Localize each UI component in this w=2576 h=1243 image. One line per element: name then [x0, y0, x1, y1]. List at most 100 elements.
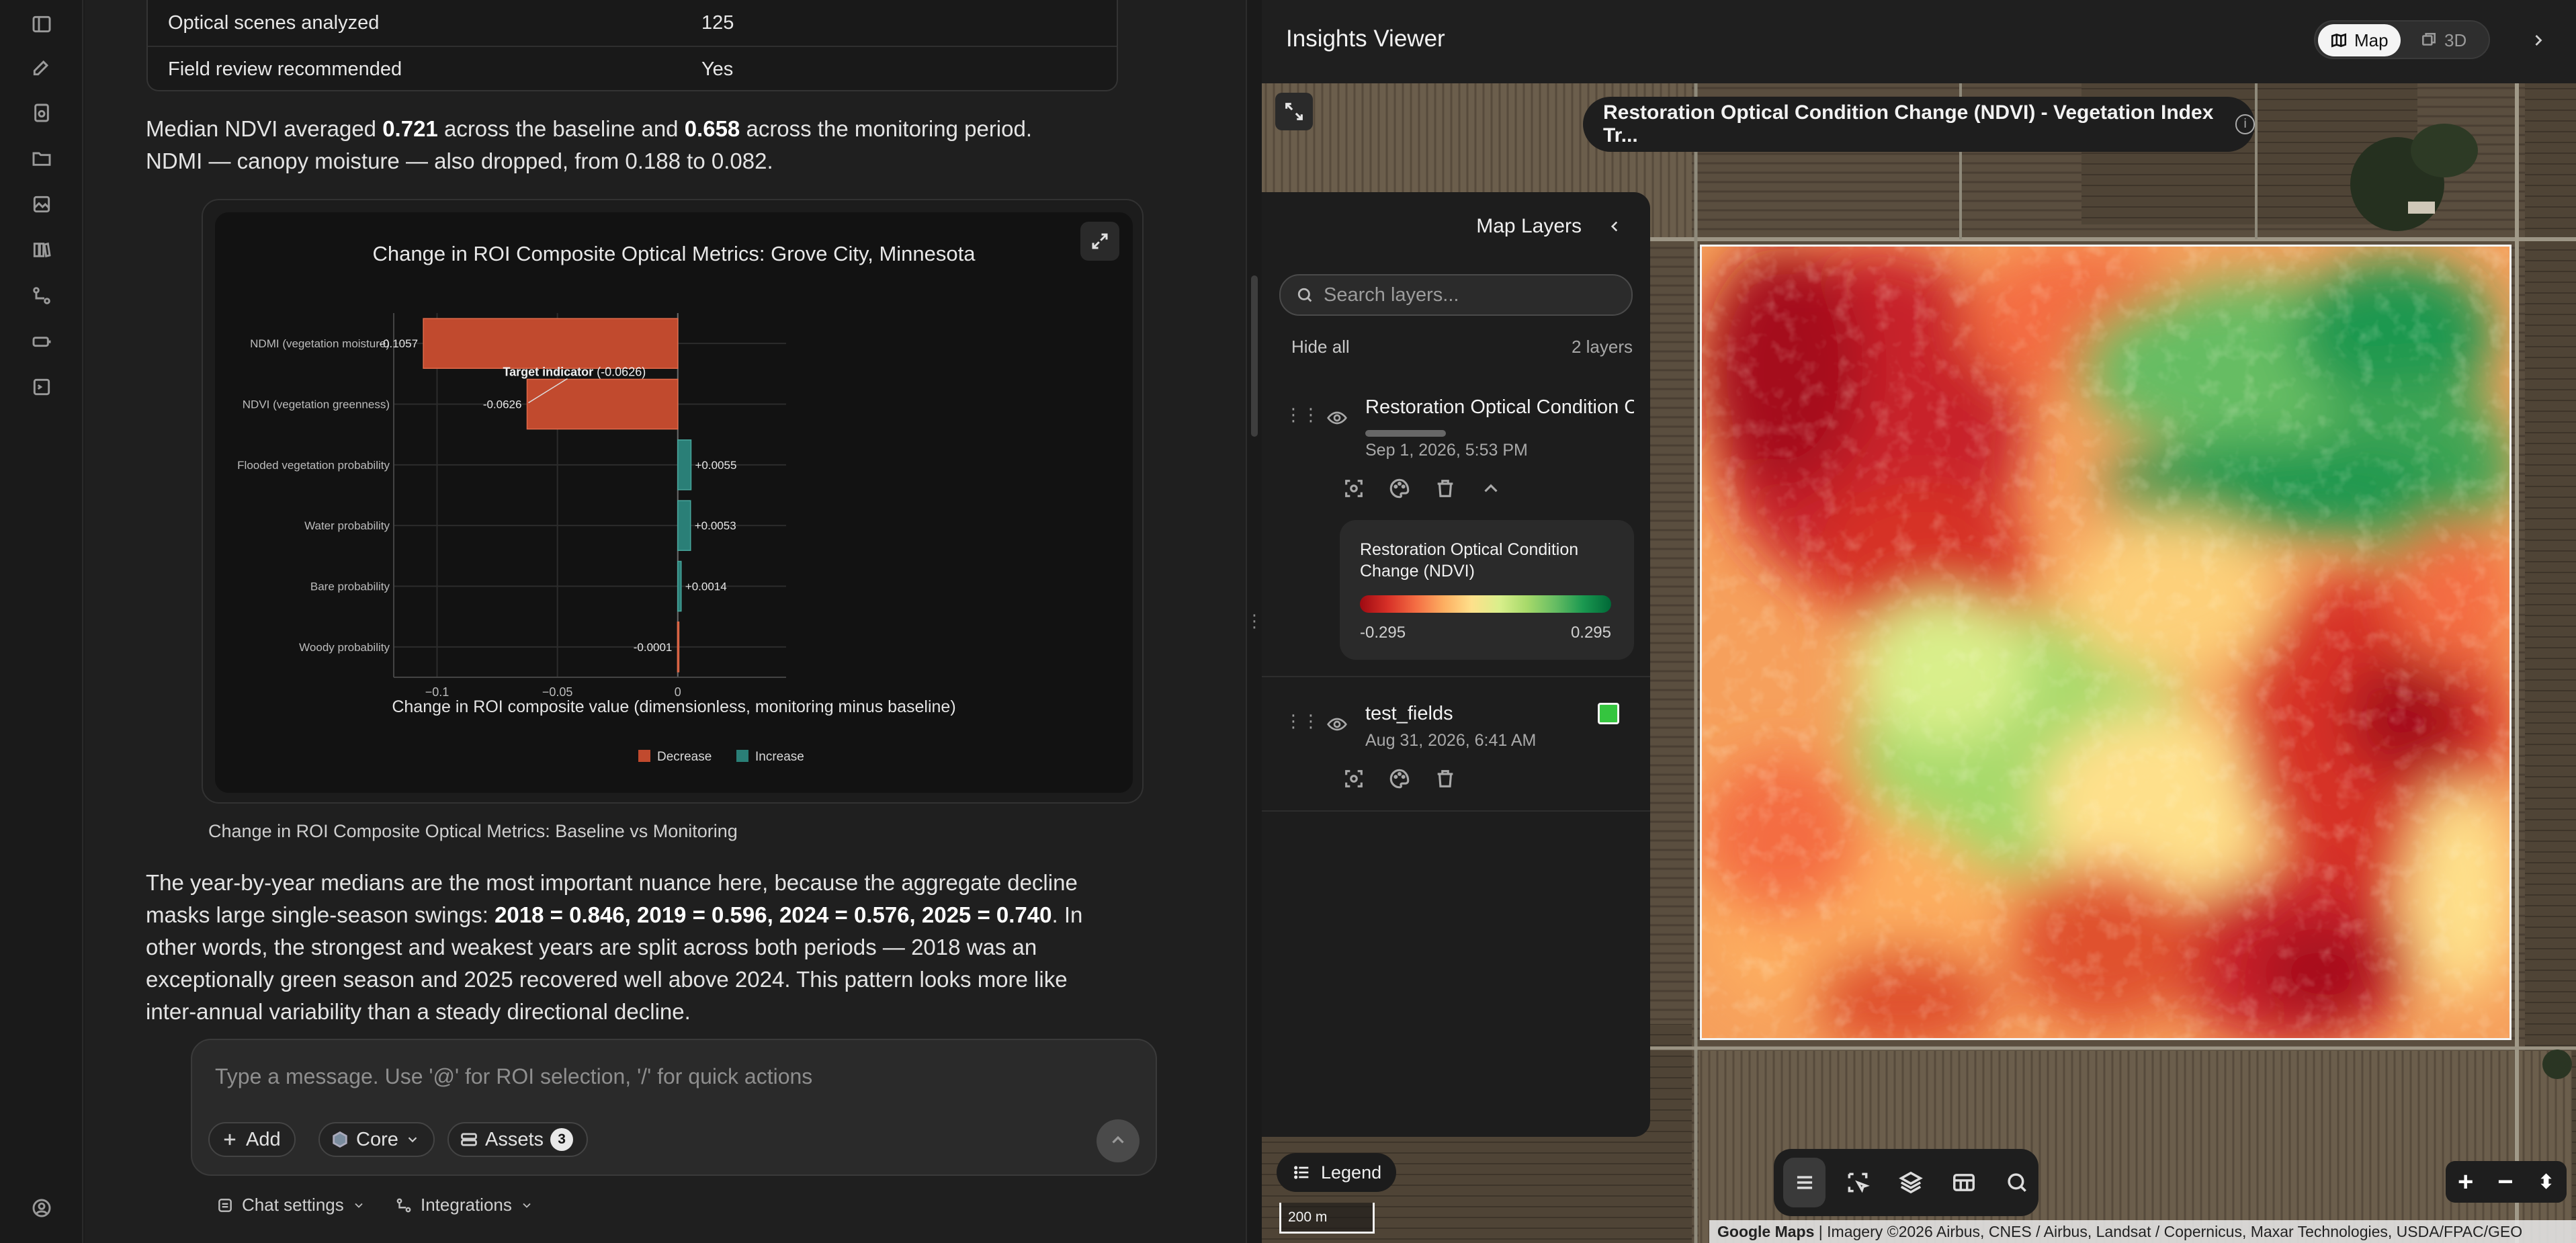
- folder-icon[interactable]: [28, 145, 55, 172]
- chevron-up-icon[interactable]: [1479, 477, 1502, 500]
- model-select[interactable]: Core: [318, 1122, 435, 1157]
- y-tick-label: Water probability: [304, 519, 390, 532]
- ndvi-raster-layer: [1700, 245, 2511, 1040]
- integrations-button[interactable]: Integrations: [395, 1195, 533, 1215]
- expand-chart-button[interactable]: [1080, 222, 1119, 261]
- layer-name: test_fields: [1365, 703, 1453, 724]
- palette-icon[interactable]: [1388, 767, 1411, 790]
- resize-grip-icon[interactable]: ⋮⋮: [1246, 609, 1281, 633]
- zoom-to-layer-icon[interactable]: [1342, 477, 1365, 500]
- layer-item: ⋮⋮ test_fields Aug 31, 2026, 6:41 AM: [1262, 689, 1650, 810]
- integrations-icon: [396, 1198, 411, 1212]
- layer-title-banner[interactable]: Restoration Optical Condition Change (ND…: [1583, 97, 2255, 152]
- chart-title: Change in ROI Composite Optical Metrics:…: [372, 242, 976, 265]
- table-cell-value: 125: [701, 11, 734, 34]
- info-icon[interactable]: i: [2235, 114, 2255, 134]
- map-search-tool[interactable]: [1996, 1158, 2038, 1207]
- battery-icon[interactable]: [28, 328, 55, 355]
- y-tick-label: NDVI (vegetation greenness): [243, 398, 390, 411]
- y-tick-label: Woody probability: [299, 641, 390, 654]
- divider: [1262, 810, 1650, 812]
- 3d-icon: [2422, 32, 2436, 46]
- legend-button-label: Legend: [1321, 1162, 1382, 1183]
- image-icon[interactable]: [28, 191, 55, 218]
- chart-bar: [677, 500, 691, 551]
- add-button[interactable]: Add: [208, 1122, 296, 1157]
- drag-handle-icon[interactable]: ⋮⋮: [1285, 711, 1320, 732]
- table-row: Optical scenes analyzed 125: [148, 0, 1117, 46]
- chat-scrollbar[interactable]: [1251, 275, 1258, 437]
- table-icon: [1953, 1174, 1975, 1191]
- zoom-out-button[interactable]: −: [2497, 1167, 2513, 1197]
- library-icon[interactable]: [28, 237, 55, 263]
- attribution-brand: Google Maps: [1717, 1223, 1815, 1240]
- terminal-icon[interactable]: [28, 374, 55, 400]
- layer-color-swatch[interactable]: [1598, 703, 1619, 724]
- y-tick-label: Bare probability: [310, 581, 390, 593]
- layers-panel-header: Map Layers: [1476, 215, 1623, 238]
- assets-button[interactable]: Assets 3: [447, 1122, 589, 1157]
- plus-icon: [224, 1133, 236, 1146]
- map-canvas[interactable]: Restoration Optical Condition Change (ND…: [1262, 83, 2576, 1243]
- chevron-down-icon: [355, 1203, 363, 1208]
- y-tick-label: Flooded vegetation probability: [237, 459, 390, 472]
- chevron-left-icon[interactable]: [1606, 218, 1623, 235]
- trash-icon[interactable]: [1434, 477, 1457, 500]
- chart-bar: [423, 318, 679, 369]
- drag-handle-icon[interactable]: ⋮⋮: [1285, 404, 1320, 425]
- legend-label[interactable]: Decrease: [657, 750, 712, 764]
- legend-title: Restoration Optical Condition Change (ND…: [1360, 540, 1579, 581]
- layers-tool[interactable]: [1889, 1158, 1932, 1207]
- hide-all-button[interactable]: Hide all: [1291, 337, 1350, 357]
- new-chat-icon[interactable]: [28, 54, 55, 81]
- bar-value-label: -0.1057: [379, 337, 418, 350]
- layer-search-input[interactable]: Search layers...: [1279, 274, 1633, 316]
- eye-icon[interactable]: [1326, 714, 1348, 735]
- workflow-icon[interactable]: [28, 282, 55, 309]
- legend-button[interactable]: Legend: [1277, 1153, 1396, 1192]
- map-icon: [2331, 33, 2347, 48]
- insights-title: Insights Viewer: [1286, 26, 1445, 52]
- layer-date: Sep 1, 2026, 5:53 PM: [1365, 441, 1528, 460]
- attribution-text: | Imagery ©2026 Airbus, CNES / Airbus, L…: [1814, 1223, 2523, 1240]
- bar-value-label: -0.0626: [483, 398, 522, 411]
- collapse-viewer-button[interactable]: [2525, 27, 2552, 54]
- reports-icon[interactable]: [28, 99, 55, 126]
- chevron-right-icon: [2535, 35, 2542, 46]
- eye-icon[interactable]: [1326, 407, 1348, 429]
- layers-panel-title: Map Layers: [1476, 215, 1582, 237]
- panel-resizer[interactable]: ⋮⋮: [1246, 0, 1281, 1243]
- select-tool[interactable]: [1836, 1158, 1879, 1207]
- bold-value: 2018 = 0.846, 2019 = 0.596, 2024 = 0.576…: [495, 902, 1052, 927]
- bar-chart: Change in ROI Composite Optical Metrics:…: [237, 242, 976, 764]
- bar-value-label: +0.0055: [695, 459, 736, 472]
- layers-stack-icon: [1899, 1171, 1923, 1194]
- legend-label[interactable]: Increase: [755, 750, 804, 764]
- layer-date: Aug 31, 2026, 6:41 AM: [1365, 731, 1537, 750]
- y-tick-label: NDMI (vegetation moisture): [250, 337, 390, 350]
- compass-icon[interactable]: ⬍: [2538, 1170, 2554, 1194]
- message-input[interactable]: Type a message. Use '@' for ROI selectio…: [215, 1064, 812, 1089]
- app-root: Optical scenes analyzed 125 Field review…: [0, 0, 2576, 1243]
- legend-swatch[interactable]: [736, 750, 748, 762]
- palette-icon[interactable]: [1388, 477, 1411, 500]
- tab-map[interactable]: Map: [2318, 24, 2401, 56]
- account-icon[interactable]: [28, 1195, 55, 1221]
- bar-value-label: +0.0053: [695, 519, 736, 532]
- legend-swatch[interactable]: [638, 750, 650, 762]
- chat-settings-button[interactable]: Chat settings: [216, 1195, 366, 1215]
- chart-container: Change in ROI Composite Optical Metrics:…: [215, 212, 1133, 793]
- text-run: across the monitoring period.: [740, 116, 1033, 141]
- zoom-to-layer-icon[interactable]: [1342, 767, 1365, 790]
- tab-3d[interactable]: 3D: [2408, 24, 2479, 56]
- assets-count-badge: 3: [550, 1128, 574, 1151]
- bold-value: 0.658: [684, 116, 740, 141]
- send-button[interactable]: [1097, 1119, 1140, 1162]
- sidebar-toggle-icon[interactable]: [28, 11, 55, 38]
- layers-list-tool[interactable]: [1783, 1158, 1826, 1207]
- zoom-in-button[interactable]: +: [2458, 1167, 2473, 1197]
- map-fullscreen-button[interactable]: [1275, 93, 1313, 130]
- divider: [1262, 676, 1650, 677]
- table-tool[interactable]: [1943, 1158, 1985, 1207]
- trash-icon[interactable]: [1434, 767, 1457, 790]
